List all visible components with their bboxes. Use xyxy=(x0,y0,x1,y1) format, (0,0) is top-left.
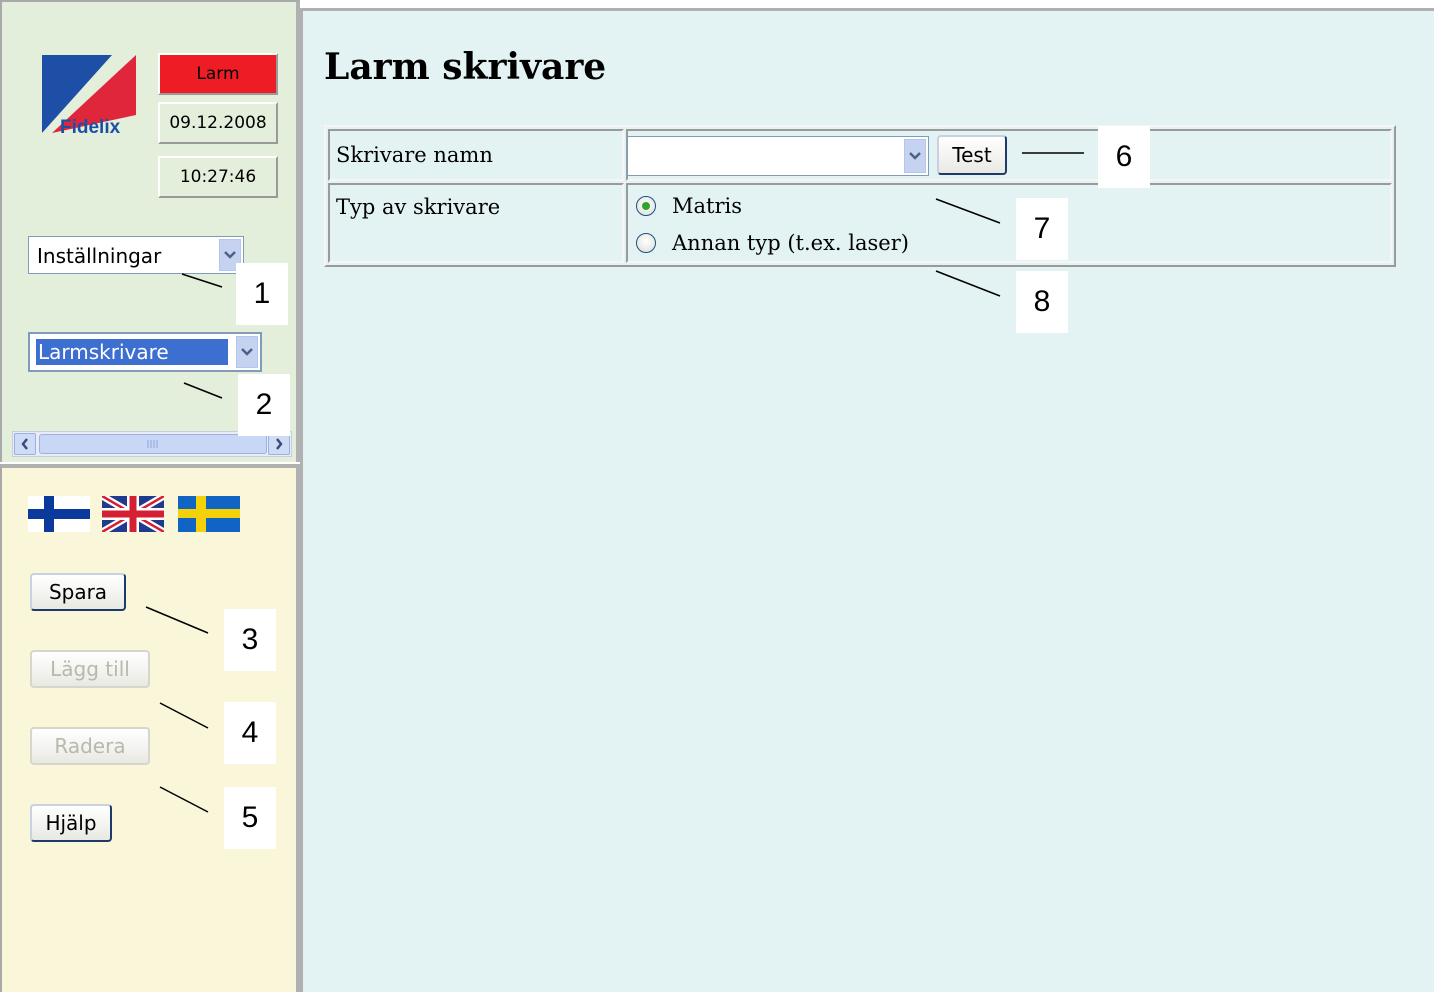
flag-uk-icon[interactable] xyxy=(102,496,164,532)
page-title: Larm skrivare xyxy=(324,46,607,88)
scroll-left-icon[interactable] xyxy=(14,433,36,455)
date-display: 09.12.2008 xyxy=(158,102,278,144)
callout-7: 7 xyxy=(1016,198,1068,260)
add-button[interactable]: Lägg till xyxy=(30,650,150,688)
scroll-right-icon[interactable] xyxy=(268,433,290,455)
scrollbar-thumb[interactable] xyxy=(39,434,267,454)
flag-finland-icon[interactable] xyxy=(28,496,90,532)
radio-option-matrix[interactable]: Matris xyxy=(636,194,742,218)
chevron-down-icon[interactable] xyxy=(904,139,926,173)
printer-name-select[interactable] xyxy=(627,136,929,176)
logo-text: Fidelix xyxy=(60,117,121,138)
category-select-value: Inställningar xyxy=(37,244,162,268)
page-select-value: Larmskrivare xyxy=(36,339,228,365)
printer-name-label: Skrivare namn xyxy=(328,129,624,181)
radio-option-other[interactable]: Annan typ (t.ex. laser) xyxy=(636,231,909,255)
printer-type-label: Typ av skrivare xyxy=(328,183,624,263)
test-printer-button[interactable]: Test xyxy=(937,135,1007,175)
callout-3: 3 xyxy=(224,609,276,671)
callout-8: 8 xyxy=(1016,271,1068,333)
page-select[interactable]: Larmskrivare xyxy=(28,332,262,372)
callout-1: 1 xyxy=(236,263,288,325)
radio-unchecked-icon[interactable] xyxy=(636,233,656,253)
callout-6: 6 xyxy=(1098,126,1150,188)
flag-sweden-icon[interactable] xyxy=(178,496,240,532)
callout-4: 4 xyxy=(224,702,276,764)
callout-2: 2 xyxy=(238,374,290,436)
chevron-down-icon[interactable] xyxy=(236,336,258,368)
callout-5: 5 xyxy=(224,787,276,849)
radio-label: Annan typ (t.ex. laser) xyxy=(672,231,909,255)
alarm-indicator[interactable]: Larm xyxy=(158,53,278,95)
delete-button[interactable]: Radera xyxy=(30,727,150,765)
category-select[interactable]: Inställningar xyxy=(28,236,244,274)
save-button[interactable]: Spara xyxy=(30,573,126,611)
help-button[interactable]: Hjälp xyxy=(30,804,112,842)
radio-checked-icon[interactable] xyxy=(636,196,656,216)
radio-label: Matris xyxy=(672,194,742,218)
time-display: 10:27:46 xyxy=(158,156,278,198)
